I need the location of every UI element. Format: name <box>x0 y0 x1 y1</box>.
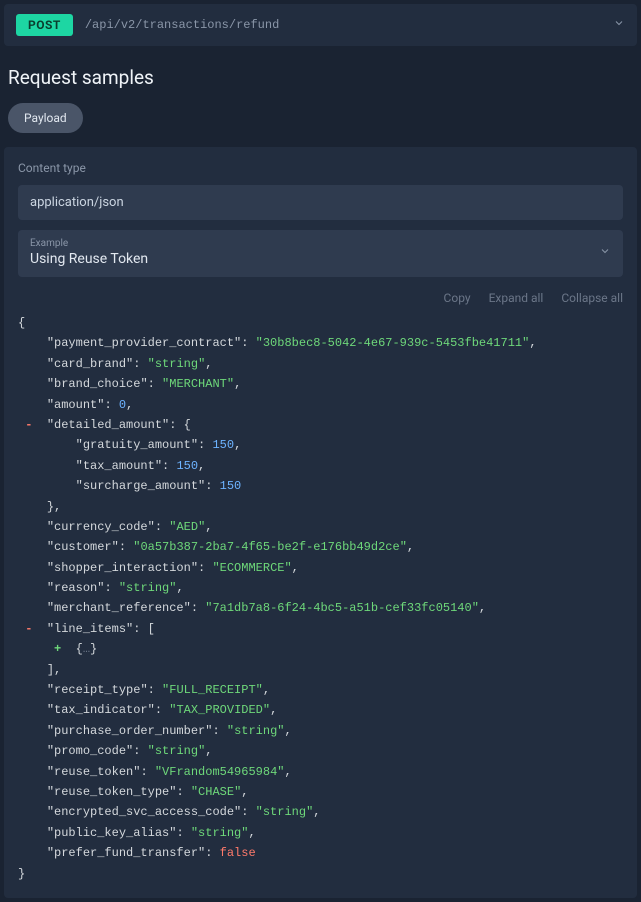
copy-button[interactable]: Copy <box>444 291 471 305</box>
chevron-down-icon[interactable] <box>613 17 625 33</box>
collapse-toggle[interactable]: - <box>25 622 32 636</box>
sample-panel: Content type application/json Example Us… <box>4 147 637 898</box>
expand-toggle[interactable]: + <box>54 642 61 656</box>
content-type-label: Content type <box>18 161 623 175</box>
code-toolbar: Copy Expand all Collapse all <box>18 291 623 305</box>
json-sample: { "payment_provider_contract": "30b8bec8… <box>18 313 623 884</box>
expand-all-button[interactable]: Expand all <box>489 291 544 305</box>
endpoint-path: /api/v2/transactions/refund <box>85 18 279 32</box>
tab-payload[interactable]: Payload <box>8 103 83 133</box>
section-title: Request samples <box>8 66 633 89</box>
http-method-badge: POST <box>16 14 73 36</box>
content-type-value: application/json <box>18 185 623 220</box>
endpoint-bar[interactable]: POST /api/v2/transactions/refund <box>4 4 637 46</box>
chevron-down-icon <box>599 245 611 261</box>
example-label: Example <box>30 238 599 249</box>
example-value: Using Reuse Token <box>30 251 599 267</box>
example-dropdown[interactable]: Example Using Reuse Token <box>18 230 623 277</box>
collapse-all-button[interactable]: Collapse all <box>561 291 623 305</box>
collapse-toggle[interactable]: - <box>25 418 32 432</box>
